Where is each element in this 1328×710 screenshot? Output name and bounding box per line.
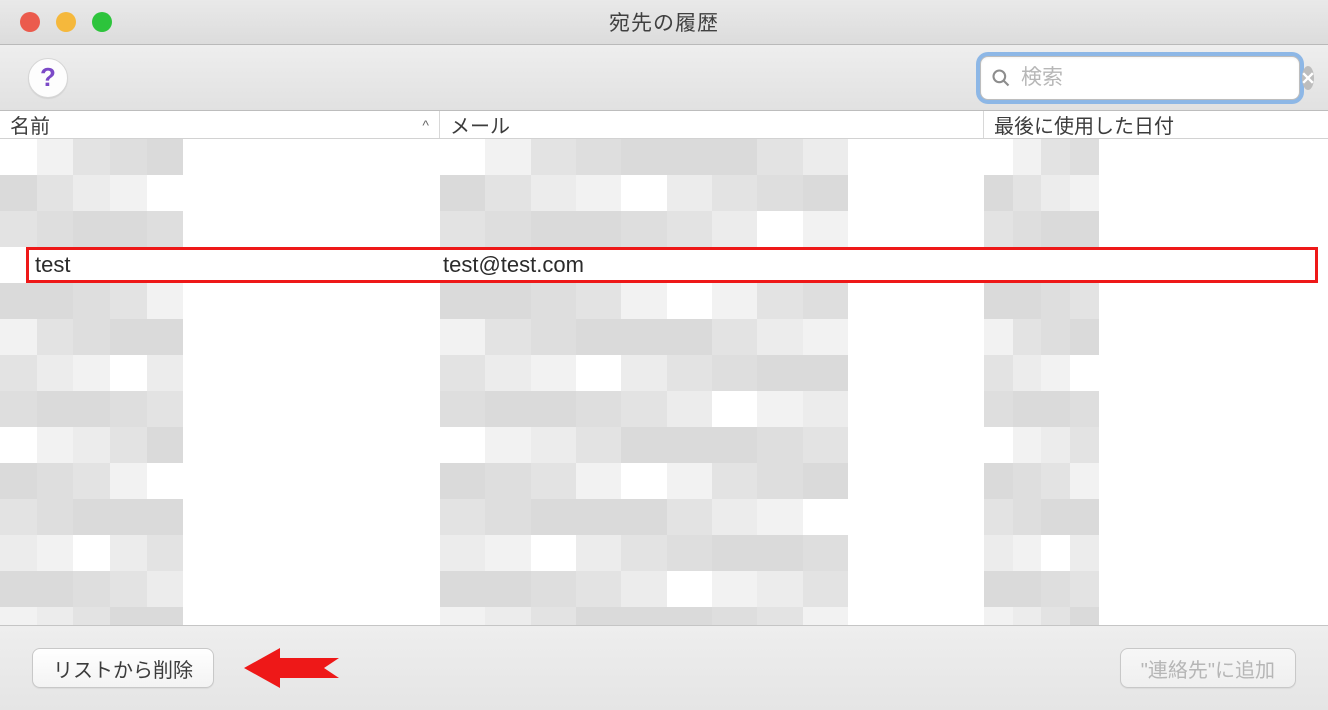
table-header: 名前 ^ メール 最後に使用した日付 [0,111,1328,139]
close-window-button[interactable] [20,12,40,32]
column-header-date[interactable]: 最後に使用した日付 [984,111,1328,138]
clear-search-button[interactable] [1302,66,1314,90]
minimize-window-button[interactable] [56,12,76,32]
column-label: メール [450,110,510,139]
table-row-selected[interactable]: test test@test.com [26,247,1318,283]
redacted-rows [0,139,1328,625]
annotation-arrow-icon [244,645,339,691]
remove-from-list-button[interactable]: リストから削除 [32,648,214,688]
cell-name: test [29,252,443,278]
footer: リストから削除 "連絡先"に追加 [0,625,1328,710]
title-bar: 宛先の履歴 [0,0,1328,45]
search-field[interactable] [980,56,1300,100]
help-button[interactable]: ? [28,58,68,98]
add-to-contacts-button: "連絡先"に追加 [1120,648,1296,688]
column-label: 最後に使用した日付 [994,110,1174,139]
column-header-name[interactable]: 名前 ^ [0,111,440,138]
search-icon [991,68,1011,88]
sort-indicator-icon: ^ [422,117,429,133]
cell-email: test@test.com [443,252,987,278]
search-input[interactable] [1019,65,1294,91]
column-header-email[interactable]: メール [440,111,984,138]
table-body: test test@test.com [0,139,1328,625]
zoom-window-button[interactable] [92,12,112,32]
toolbar: ? [0,45,1328,111]
column-label: 名前 [10,110,50,139]
window-title: 宛先の履歴 [609,7,719,37]
